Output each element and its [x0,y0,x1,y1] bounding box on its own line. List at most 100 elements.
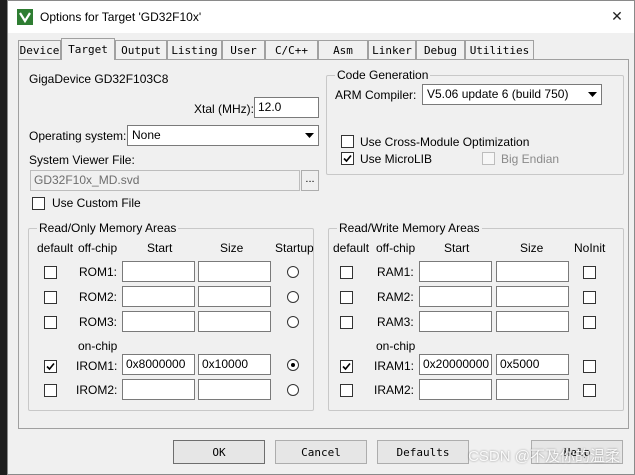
rom-header-size: Size [220,241,244,255]
iram2-default-checkbox[interactable] [340,384,353,397]
iram2-size-input[interactable] [496,379,569,400]
iram1-label: IRAM1: [374,359,415,373]
rom2-label: ROM2: [79,290,118,304]
ram2-default-checkbox[interactable] [340,291,353,304]
tab-debug[interactable]: Debug [416,40,465,59]
rom2-default-checkbox[interactable] [44,291,57,304]
rom1-label: ROM1: [79,265,118,279]
rom-memory-group: Read/Only Memory Areas default off-chip … [28,221,314,411]
ram1-size-input[interactable] [496,261,569,282]
ram3-start-input[interactable] [419,311,492,332]
iram1-size-input[interactable]: 0x5000 [496,354,569,375]
keil-app-icon [17,9,33,25]
ram1-noinit-checkbox[interactable] [583,266,596,279]
irom2-startup-radio[interactable] [287,384,299,396]
arm-compiler-select[interactable]: V5.06 update 6 (build 750) [422,84,602,105]
sysviewer-label: System Viewer File: [29,153,135,167]
csdn-watermark: CSDN @不及你的温柔 [468,448,620,465]
checkmark-icon [343,154,352,163]
irom1-start-input[interactable]: 0x8000000 [122,354,195,375]
cross-module-checkbox[interactable] [341,135,354,148]
rom1-start-input[interactable] [122,261,195,282]
ram2-size-input[interactable] [496,286,569,307]
rom3-startup-radio[interactable] [287,316,299,328]
rom3-start-input[interactable] [122,311,195,332]
ram-legend: Read/Write Memory Areas [337,221,482,235]
ram1-start-input[interactable] [419,261,492,282]
ok-button[interactable]: OK [173,440,265,464]
ram3-size-input[interactable] [496,311,569,332]
rom1-default-checkbox[interactable] [44,266,57,279]
irom1-label: IROM1: [76,359,118,373]
rom2-size-input[interactable] [198,286,271,307]
iram2-label: IRAM2: [374,383,415,397]
arm-compiler-label: ARM Compiler: [335,88,417,102]
defaults-button[interactable]: Defaults [377,440,469,464]
rom2-start-input[interactable] [122,286,195,307]
arm-compiler-value: V5.06 update 6 (build 750) [427,87,569,101]
irom2-label: IROM2: [76,383,118,397]
big-endian-label: Big Endian [501,152,560,166]
use-microlib-checkbox[interactable] [341,152,354,165]
rom2-startup-radio[interactable] [287,291,299,303]
ram-header-start: Start [444,241,470,255]
iram2-noinit-checkbox[interactable] [583,384,596,397]
ram2-start-input[interactable] [419,286,492,307]
cancel-button[interactable]: Cancel [275,440,367,464]
irom1-default-checkbox[interactable] [44,360,57,373]
tab-output[interactable]: Output [115,40,167,59]
ram3-default-checkbox[interactable] [340,316,353,329]
use-microlib-label: Use MicroLIB [360,152,433,166]
irom2-default-checkbox[interactable] [44,384,57,397]
os-label: Operating system: [29,129,127,143]
xtal-label: Xtal (MHz): [194,102,254,116]
rom1-startup-radio[interactable] [287,266,299,278]
rom-onchip-label: on-chip [78,339,118,353]
iram1-noinit-checkbox[interactable] [583,360,596,373]
iram1-start-input[interactable]: 0x20000000 [419,354,492,375]
big-endian-checkbox [482,152,495,165]
rom-legend: Read/Only Memory Areas [37,221,179,235]
os-select[interactable]: None [127,125,319,146]
ram-header-default: default [333,241,370,255]
chevron-down-icon [584,86,600,103]
os-value: None [132,128,161,142]
window-title: Options for Target 'GD32F10x' [40,10,202,24]
irom1-size-input[interactable]: 0x10000 [198,354,271,375]
sysviewer-file-input: GD32F10x_MD.svd [30,170,300,191]
sysviewer-browse-button[interactable]: ... [301,170,319,191]
tab-c-cpp[interactable]: C/C++ [265,40,318,59]
tab-linker[interactable]: Linker [368,40,416,59]
irom2-size-input[interactable] [198,379,271,400]
rom1-size-input[interactable] [198,261,271,282]
tab-utilities[interactable]: Utilities [465,40,534,59]
rom-header-start: Start [147,241,173,255]
ram1-label: RAM1: [377,265,414,279]
ram1-default-checkbox[interactable] [340,266,353,279]
checkmark-icon [342,362,351,371]
rom3-label: ROM3: [79,315,118,329]
code-generation-legend: Code Generation [335,68,431,82]
cross-module-label: Use Cross-Module Optimization [360,135,530,149]
ram2-label: RAM2: [377,290,414,304]
use-custom-file-checkbox[interactable] [32,197,45,210]
rom3-default-checkbox[interactable] [44,316,57,329]
iram1-default-checkbox[interactable] [340,360,353,373]
ram3-noinit-checkbox[interactable] [583,316,596,329]
ram-header-size: Size [520,241,544,255]
code-generation-group: Code Generation ARM Compiler: V5.06 upda… [326,68,624,175]
close-button[interactable]: ✕ [604,5,630,27]
ram2-noinit-checkbox[interactable] [583,291,596,304]
irom1-startup-radio[interactable] [287,359,299,371]
tab-listing[interactable]: Listing [167,40,222,59]
tab-device[interactable]: Device [18,40,61,59]
iram2-start-input[interactable] [419,379,492,400]
ram3-label: RAM3: [377,315,414,329]
irom2-start-input[interactable] [122,379,195,400]
tab-user[interactable]: User [222,40,265,59]
tab-asm[interactable]: Asm [318,40,368,59]
options-dialog: Options for Target 'GD32F10x' ✕ Device T… [7,0,635,475]
xtal-input[interactable]: 12.0 [254,97,319,118]
tab-target[interactable]: Target [61,38,115,60]
rom3-size-input[interactable] [198,311,271,332]
